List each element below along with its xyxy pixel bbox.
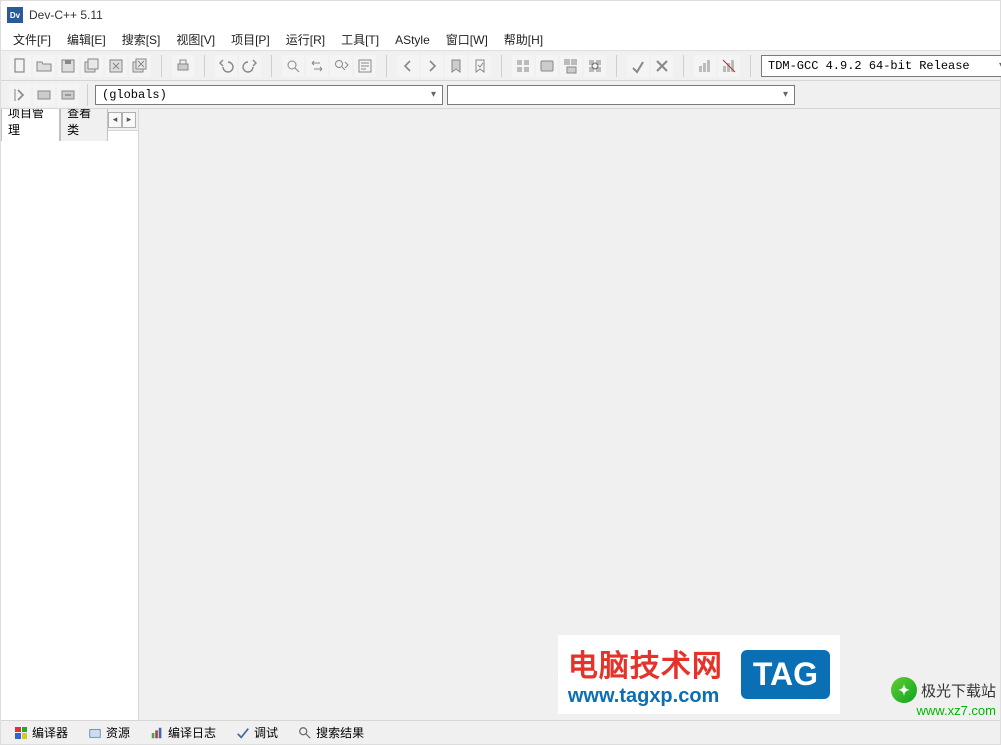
scope-value: (globals) (102, 88, 167, 102)
sidebar-tab-prev[interactable]: ◂ (108, 112, 122, 128)
bottom-tab-compiler-label: 编译器 (32, 724, 68, 741)
check-icon (236, 726, 250, 740)
insert-button[interactable] (9, 84, 31, 106)
goto-line-button[interactable] (354, 55, 376, 77)
bottom-tab-resources-label: 资源 (106, 724, 130, 741)
delete-profile-button[interactable] (718, 55, 740, 77)
close-file-button[interactable] (105, 55, 127, 77)
menu-tools[interactable]: 工具[T] (333, 29, 387, 50)
watermark2-url: www.xz7.com (917, 703, 996, 718)
goto-button[interactable] (57, 84, 79, 106)
watermark2-title: 极光下载站 (921, 680, 996, 701)
compile-run-button[interactable] (560, 55, 582, 77)
menu-run[interactable]: 运行[R] (278, 29, 333, 50)
bottom-tab-search-results[interactable]: 搜索结果 (289, 721, 373, 744)
sidebar-tab-next[interactable]: ▸ (122, 112, 136, 128)
sidebar-tabs: 项目管理 查看类 ◂ ▸ (1, 109, 138, 131)
watermark-tag-badge: TAG (741, 650, 830, 699)
menu-edit[interactable]: 编辑[E] (59, 29, 114, 50)
watermark-tagxp: 电脑技术网 www.tagxp.com TAG (558, 635, 840, 714)
bookmark-button[interactable] (445, 55, 467, 77)
chevron-down-icon: ▾ (431, 89, 436, 101)
search-icon (298, 726, 312, 740)
replace-button[interactable] (306, 55, 328, 77)
watermark-line1: 电脑技术网 (568, 641, 723, 685)
main-toolbar: TDM-GCC 4.9.2 64-bit Release ▾ (1, 51, 1000, 81)
profile-button[interactable] (694, 55, 716, 77)
member-combo[interactable]: ▾ (447, 85, 795, 105)
resources-icon (88, 726, 102, 740)
bottom-tab-debug[interactable]: 调试 (227, 721, 287, 744)
compiler-profile-combo[interactable]: TDM-GCC 4.9.2 64-bit Release ▾ (761, 55, 1001, 77)
main-area: 项目管理 查看类 ◂ ▸ 电脑技术网 www.tagxp.com TAG ✦ 极… (1, 109, 1000, 720)
menubar: 文件[F] 编辑[E] 搜索[S] 视图[V] 项目[P] 运行[R] 工具[T… (1, 29, 1000, 51)
rebuild-button[interactable] (584, 55, 606, 77)
save-button[interactable] (57, 55, 79, 77)
bottom-panel-tabs: 编译器 资源 编译日志 调试 搜索结果 (1, 720, 1000, 744)
menu-help[interactable]: 帮助[H] (496, 29, 551, 50)
bottom-tab-debug-label: 调试 (254, 724, 278, 741)
nav-back-button[interactable] (397, 55, 419, 77)
window-title: Dev-C++ 5.11 (29, 8, 103, 22)
sidebar-tab-project[interactable]: 项目管理 (1, 109, 60, 141)
project-tree[interactable] (1, 131, 138, 720)
run-button[interactable] (536, 55, 558, 77)
save-all-button[interactable] (81, 55, 103, 77)
bottom-tab-compile-log-label: 编译日志 (168, 724, 216, 741)
app-icon: Dv (7, 7, 23, 23)
open-file-button[interactable] (33, 55, 55, 77)
compiler-profile-value: TDM-GCC 4.9.2 64-bit Release (768, 59, 970, 73)
scope-combo[interactable]: (globals) ▾ (95, 85, 443, 105)
new-file-button[interactable] (9, 55, 31, 77)
bottom-tab-search-results-label: 搜索结果 (316, 724, 364, 741)
titlebar: Dv Dev-C++ 5.11 (1, 1, 1000, 29)
compile-button[interactable] (512, 55, 534, 77)
close-all-button[interactable] (129, 55, 151, 77)
bottom-tab-compiler[interactable]: 编译器 (5, 721, 77, 744)
menu-view[interactable]: 视图[V] (168, 29, 223, 50)
print-button[interactable] (172, 55, 194, 77)
bottom-tab-resources[interactable]: 资源 (79, 721, 139, 744)
menu-file[interactable]: 文件[F] (5, 29, 59, 50)
debug-button[interactable] (627, 55, 649, 77)
menu-window[interactable]: 窗口[W] (438, 29, 496, 50)
goto-bookmark-button[interactable] (469, 55, 491, 77)
menu-project[interactable]: 项目[P] (223, 29, 278, 50)
aurora-logo-icon: ✦ (891, 677, 917, 703)
grid-icon (14, 726, 28, 740)
chevron-down-icon: ▾ (783, 89, 788, 101)
watermark-xz7: ✦ 极光下载站 www.xz7.com (891, 677, 996, 718)
undo-button[interactable] (215, 55, 237, 77)
editor-area: 电脑技术网 www.tagxp.com TAG ✦ 极光下载站 www.xz7.… (139, 109, 1000, 720)
barchart-icon (150, 726, 164, 740)
menu-search[interactable]: 搜索[S] (114, 29, 169, 50)
project-sidebar: 项目管理 查看类 ◂ ▸ (1, 109, 139, 720)
menu-astyle[interactable]: AStyle (387, 31, 438, 49)
redo-button[interactable] (239, 55, 261, 77)
class-toolbar: (globals) ▾ ▾ (1, 81, 1000, 109)
find-next-button[interactable] (330, 55, 352, 77)
watermark-line2: www.tagxp.com (568, 685, 723, 708)
sidebar-tab-classes[interactable]: 查看类 (60, 109, 108, 141)
stop-debug-button[interactable] (651, 55, 673, 77)
find-button[interactable] (282, 55, 304, 77)
toggle-button[interactable] (33, 84, 55, 106)
nav-forward-button[interactable] (421, 55, 443, 77)
bottom-tab-compile-log[interactable]: 编译日志 (141, 721, 225, 744)
